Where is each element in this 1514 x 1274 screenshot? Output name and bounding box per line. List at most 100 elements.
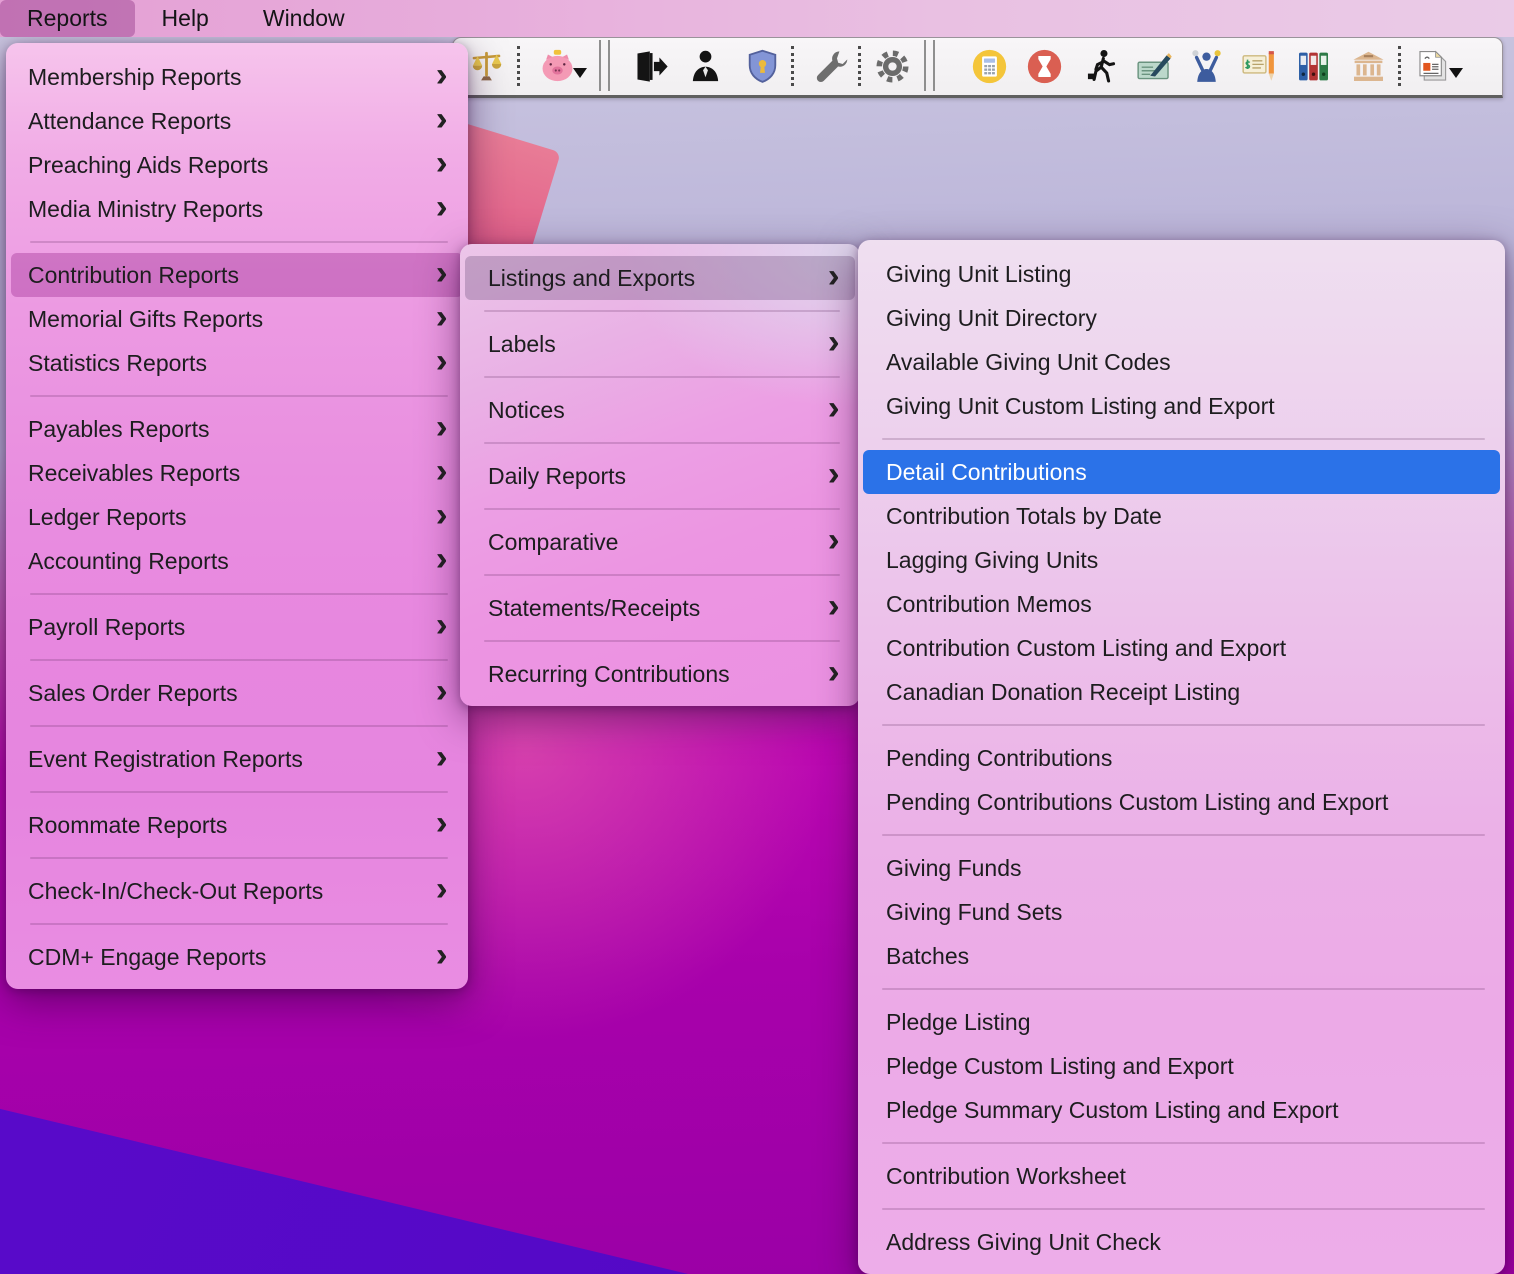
menu-item-memorial-gifts-reports[interactable]: Memorial Gifts Reports › [11, 297, 463, 341]
menu-item-notices[interactable]: Notices › [465, 388, 855, 432]
menu-item-statements-receipts[interactable]: Statements/Receipts › [465, 586, 855, 630]
reports-doc-icon[interactable] [1414, 46, 1463, 86]
check-writing-icon[interactable] [1135, 46, 1173, 86]
menu-item-labels[interactable]: Labels › [465, 322, 855, 366]
exit-door-icon[interactable] [631, 46, 669, 86]
menu-item-giving-unit-custom-listing-and-export[interactable]: Giving Unit Custom Listing and Export [863, 384, 1500, 428]
menu-item-event-registration-reports[interactable]: Event Registration Reports › [11, 737, 463, 781]
menu-item-contribution-reports[interactable]: Contribution Reports › [11, 253, 463, 297]
menu-item-pending-contributions[interactable]: Pending Contributions [863, 736, 1500, 780]
menu-separator [460, 498, 860, 520]
menu-item-label: Pledge Custom Listing and Export [886, 1052, 1234, 1079]
menu-item-label: Giving Unit Custom Listing and Export [886, 392, 1275, 419]
menu-item-label: Giving Funds [886, 854, 1022, 881]
menu-item-contribution-memos[interactable]: Contribution Memos [863, 582, 1500, 626]
menu-item-sales-order-reports[interactable]: Sales Order Reports › [11, 671, 463, 715]
menu-item-payables-reports[interactable]: Payables Reports › [11, 407, 463, 451]
menu-item-label: Contribution Memos [886, 590, 1092, 617]
menu-item-canadian-donation-receipt-listing[interactable]: Canadian Donation Receipt Listing [863, 670, 1500, 714]
menu-item-label: Available Giving Unit Codes [886, 348, 1171, 375]
piggy-bank-icon[interactable] [538, 46, 587, 86]
wrench-icon[interactable] [813, 46, 851, 86]
menu-item-membership-reports[interactable]: Membership Reports › [11, 55, 463, 99]
menu-item-ledger-reports[interactable]: Ledger Reports › [11, 495, 463, 539]
menu-item-batches[interactable]: Batches [863, 934, 1500, 978]
ledger-binders-icon[interactable] [1294, 46, 1332, 86]
menu-item-check-in-check-out-reports[interactable]: Check-In/Check-Out Reports › [11, 869, 463, 913]
menu-item-contribution-custom-listing-and-export[interactable]: Contribution Custom Listing and Export [863, 626, 1500, 670]
menu-separator [460, 300, 860, 322]
menu-item-giving-unit-directory[interactable]: Giving Unit Directory [863, 296, 1500, 340]
menu-item-label: Giving Unit Directory [886, 304, 1097, 331]
menu-item-contribution-totals-by-date[interactable]: Contribution Totals by Date [863, 494, 1500, 538]
payroll-check-icon[interactable] [1240, 46, 1278, 86]
menu-item-payroll-reports[interactable]: Payroll Reports › [11, 605, 463, 649]
scales-icon[interactable] [467, 46, 505, 86]
dropdown-arrow-icon [1449, 68, 1463, 85]
menu-item-preaching-aids-reports[interactable]: Preaching Aids Reports › [11, 143, 463, 187]
menu-item-pledge-summary-custom-listing-and-export[interactable]: Pledge Summary Custom Listing and Export [863, 1088, 1500, 1132]
menu-item-label: Giving Unit Listing [886, 260, 1072, 287]
menu-separator [6, 231, 468, 253]
menu-item-comparative[interactable]: Comparative › [465, 520, 855, 564]
dropdown-arrow-icon [573, 68, 587, 85]
menu-item-label: Notices [488, 396, 565, 423]
menu-item-giving-funds[interactable]: Giving Funds [863, 846, 1500, 890]
menu-separator [858, 978, 1505, 1000]
menu-item-address-giving-unit-check[interactable]: Address Giving Unit Check [863, 1220, 1500, 1264]
menu-item-recurring-contributions[interactable]: Recurring Contributions › [465, 652, 855, 696]
menu-item-pending-contributions-custom-listing-and-export[interactable]: Pending Contributions Custom Listing and… [863, 780, 1500, 824]
toolbar [452, 37, 1503, 98]
menu-item-lagging-giving-units[interactable]: Lagging Giving Units [863, 538, 1500, 582]
menu-item-label: Canadian Donation Receipt Listing [886, 678, 1241, 705]
menu-item-cdm-engage-reports[interactable]: CDM+ Engage Reports › [11, 935, 463, 979]
toolbar-separator [924, 40, 935, 91]
menu-item-listings-and-exports[interactable]: Listings and Exports › [465, 256, 855, 300]
menu-item-roommate-reports[interactable]: Roommate Reports › [11, 803, 463, 847]
gear-icon[interactable] [873, 46, 911, 86]
menu-separator [6, 781, 468, 803]
menu-item-label: Batches [886, 942, 970, 969]
menu-separator [6, 913, 468, 935]
toolbar-separator [599, 40, 610, 91]
menu-item-label: Comparative [488, 528, 619, 555]
menubar-item-reports[interactable]: Reports [0, 0, 135, 37]
menu-item-label: Detail Contributions [886, 458, 1087, 485]
menu-separator [6, 715, 468, 737]
menu-item-label: Ledger Reports [28, 503, 187, 530]
menu-separator [858, 824, 1505, 846]
bank-icon[interactable] [1349, 46, 1387, 86]
menu-item-attendance-reports[interactable]: Attendance Reports › [11, 99, 463, 143]
menu-item-media-ministry-reports[interactable]: Media Ministry Reports › [11, 187, 463, 231]
hourglass-icon[interactable] [1025, 46, 1063, 86]
listings-and-exports-submenu: Giving Unit Listing Giving Unit Directory… [858, 240, 1505, 1274]
menu-item-pledge-listing[interactable]: Pledge Listing [863, 1000, 1500, 1044]
security-shield-icon[interactable] [743, 46, 781, 86]
menu-item-label: CDM+ Engage Reports [28, 943, 267, 970]
menu-separator [858, 1198, 1505, 1220]
treasurer-icon[interactable] [1187, 46, 1225, 86]
toolbar-separator [517, 46, 520, 86]
visitor-walking-icon[interactable] [1082, 46, 1120, 86]
menu-separator [460, 432, 860, 454]
menu-item-detail-contributions[interactable]: Detail Contributions [863, 450, 1500, 494]
menu-item-label: Giving Fund Sets [886, 898, 1063, 925]
toolbar-separator [1398, 46, 1401, 86]
menu-item-label: Media Ministry Reports [28, 195, 264, 222]
menu-item-accounting-reports[interactable]: Accounting Reports › [11, 539, 463, 583]
user-icon[interactable] [686, 46, 724, 86]
menu-item-receivables-reports[interactable]: Receivables Reports › [11, 451, 463, 495]
menu-item-daily-reports[interactable]: Daily Reports › [465, 454, 855, 498]
menu-item-label: Roommate Reports [28, 811, 228, 838]
menubar-item-window[interactable]: Window [236, 0, 372, 37]
menu-item-label: Pending Contributions Custom Listing and… [886, 788, 1389, 815]
menubar-item-help[interactable]: Help [135, 0, 236, 37]
calculator-icon[interactable] [970, 46, 1008, 86]
menu-item-giving-unit-listing[interactable]: Giving Unit Listing [863, 252, 1500, 296]
menu-item-giving-fund-sets[interactable]: Giving Fund Sets [863, 890, 1500, 934]
menu-item-statistics-reports[interactable]: Statistics Reports › [11, 341, 463, 385]
toolbar-separator [791, 46, 794, 86]
menu-item-pledge-custom-listing-and-export[interactable]: Pledge Custom Listing and Export [863, 1044, 1500, 1088]
menu-item-contribution-worksheet[interactable]: Contribution Worksheet [863, 1154, 1500, 1198]
menu-item-available-giving-unit-codes[interactable]: Available Giving Unit Codes [863, 340, 1500, 384]
